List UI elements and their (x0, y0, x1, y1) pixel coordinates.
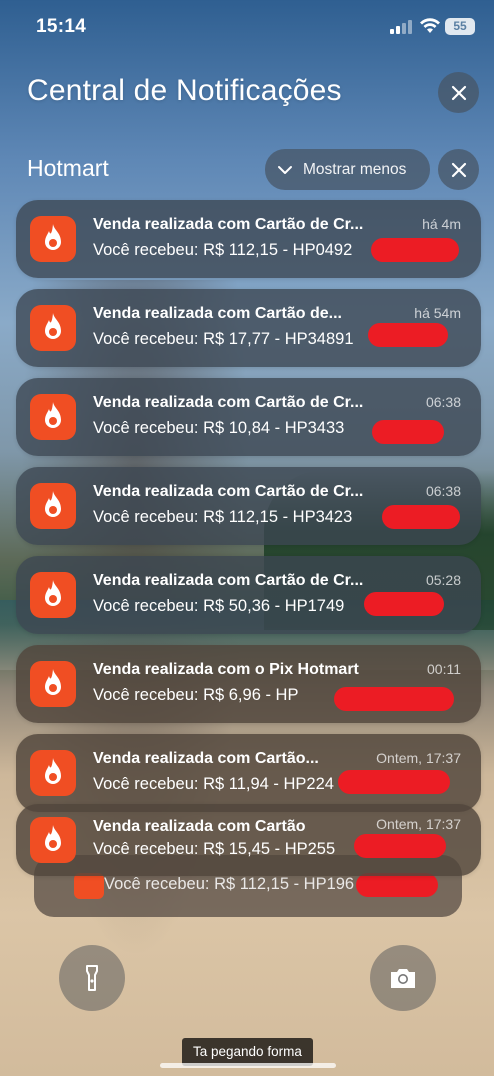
clear-all-button[interactable] (438, 72, 479, 113)
flame-icon (45, 580, 61, 606)
notification-title: Venda realizada com Cartão de Cr... (93, 483, 364, 500)
notification-title: Venda realizada com o Pix Hotmart (93, 661, 359, 678)
group-app-name: Hotmart (27, 155, 109, 181)
hotmart-app-icon (74, 873, 104, 899)
notification-body: Você recebeu: R$ 112,15 - HP196 (104, 875, 355, 893)
notification-card[interactable]: Venda realizada com Cartão de Cr... Você… (16, 467, 481, 545)
notification-body: Você recebeu: R$ 17,77 - HP34891 (93, 330, 354, 348)
notification-body: Você recebeu: R$ 50,36 - HP1749 (93, 597, 345, 615)
redaction-mark (371, 238, 459, 262)
notification-card[interactable]: Venda realizada com Cartão de Cr... Você… (16, 200, 481, 278)
notification-body: Você recebeu: R$ 15,45 - HP255 (93, 840, 336, 858)
close-icon (451, 85, 466, 100)
redaction-mark (372, 420, 444, 444)
notification-card[interactable]: Venda realizada com Cartão Você recebeu:… (16, 804, 481, 876)
notification-time: 00:11 (427, 661, 461, 677)
redaction-mark (382, 505, 460, 529)
flame-icon (45, 491, 61, 517)
camera-icon (391, 969, 415, 988)
wifi-icon (420, 18, 440, 33)
notification-card[interactable]: Venda realizada com Cartão de... Você re… (16, 289, 481, 367)
flashlight-icon (86, 965, 98, 991)
notification-card[interactable]: Venda realizada com o Pix Hotmart Você r… (16, 645, 481, 723)
status-bar: 15:14 55 (0, 0, 494, 52)
notification-body: Você recebeu: R$ 10,84 - HP3433 (93, 419, 345, 437)
hotmart-app-icon (30, 661, 76, 707)
notification-card[interactable]: Venda realizada com Cartão de Cr... Você… (16, 556, 481, 634)
home-indicator[interactable] (160, 1063, 336, 1068)
flame-icon (45, 224, 61, 250)
flashlight-button[interactable] (59, 945, 125, 1011)
redaction-mark (338, 770, 450, 794)
flame-icon (45, 825, 61, 851)
chevron-down-icon (278, 165, 292, 174)
notification-title: Venda realizada com Cartão de Cr... (93, 572, 364, 589)
notification-center-title: Central de Notificações (27, 74, 342, 107)
notification-time: 06:38 (425, 483, 461, 499)
notification-title: Venda realizada com Cartão... (93, 750, 319, 767)
redaction-mark (354, 834, 446, 858)
notification-time: 06:38 (425, 394, 461, 410)
clear-group-button[interactable] (438, 149, 479, 190)
notification-time: há 4m (422, 216, 461, 232)
hotmart-app-icon (30, 216, 76, 262)
notification-time: Ontem, 17:37 (376, 816, 461, 832)
status-time: 15:14 (36, 16, 87, 37)
notification-title: Venda realizada com Cartão de Cr... (93, 394, 364, 411)
notification-time: há 54m (414, 305, 461, 321)
notification-time: 05:28 (425, 572, 461, 588)
redaction-mark (334, 687, 454, 711)
hotmart-app-icon (30, 483, 76, 529)
show-less-label: Mostrar menos (303, 160, 407, 178)
notification-body: Você recebeu: R$ 6,96 - HP (93, 686, 299, 704)
redaction-mark (356, 873, 438, 897)
notification-card[interactable]: Venda realizada com Cartão... Você receb… (16, 734, 481, 812)
flame-icon (45, 758, 61, 784)
close-icon (451, 162, 466, 177)
notification-body: Você recebeu: R$ 112,15 - HP3423 (93, 508, 353, 526)
notification-card[interactable]: Venda realizada com Cartão de Cr... Você… (16, 378, 481, 456)
notification-title: Venda realizada com Cartão de Cr... (93, 216, 364, 233)
hotmart-app-icon (30, 394, 76, 440)
camera-button[interactable] (370, 945, 436, 1011)
hotmart-app-icon (30, 750, 76, 796)
redaction-mark (368, 323, 448, 347)
notification-body: Você recebeu: R$ 112,15 - HP0492 (93, 241, 353, 259)
notification-title: Venda realizada com Cartão (93, 818, 306, 835)
flame-icon (45, 669, 61, 695)
story-caption: Ta pegando forma (182, 1038, 313, 1066)
battery-indicator: 55 (445, 18, 475, 35)
show-less-button[interactable]: Mostrar menos (265, 149, 430, 190)
notification-time: Ontem, 17:37 (376, 750, 461, 766)
redaction-mark (364, 592, 444, 616)
notification-title: Venda realizada com Cartão de... (93, 305, 342, 322)
hotmart-app-icon (30, 817, 76, 863)
notification-body: Você recebeu: R$ 11,94 - HP224 (93, 775, 334, 793)
hotmart-app-icon (30, 572, 76, 618)
cellular-signal-icon (390, 20, 414, 34)
flame-icon (45, 402, 61, 428)
hotmart-app-icon (30, 305, 76, 351)
flame-icon (45, 313, 61, 339)
